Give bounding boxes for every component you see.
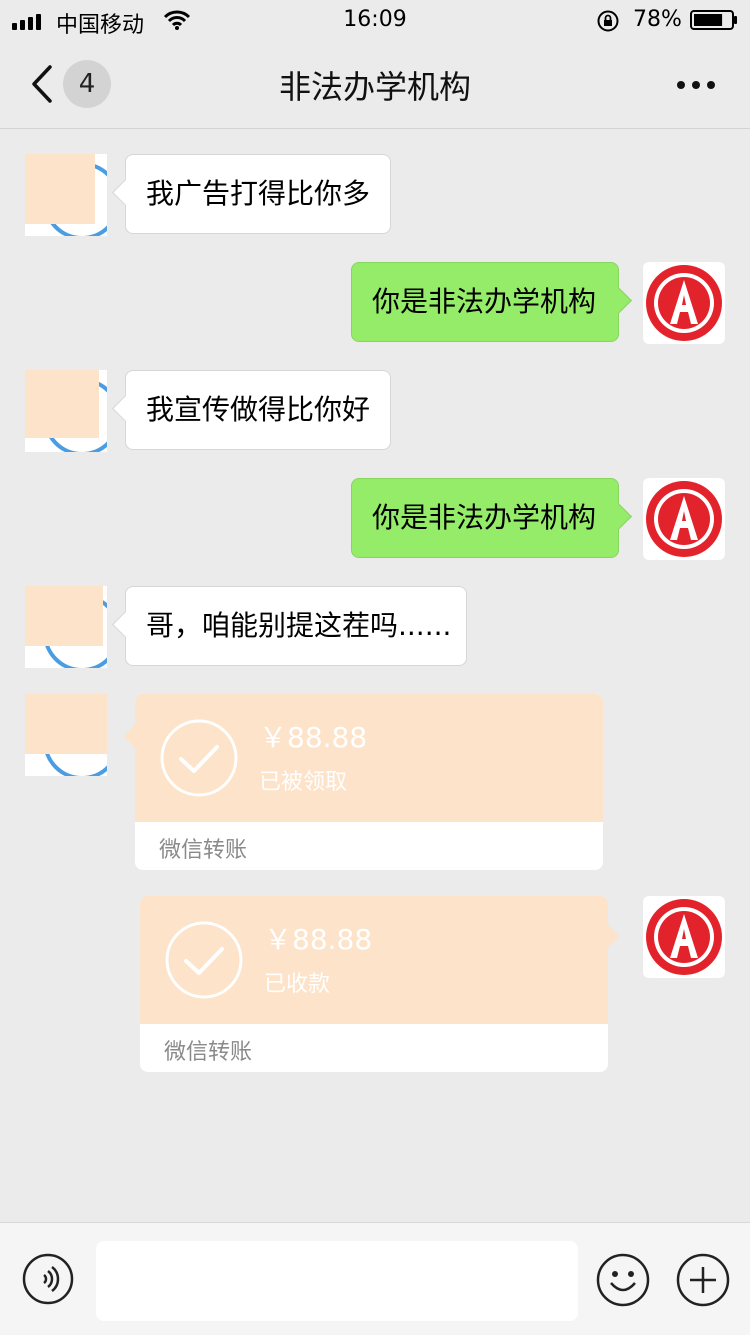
contact-avatar[interactable] (25, 694, 107, 776)
chat-title: 非法办学机构 (278, 68, 471, 106)
transfer-label: 微信转账 (159, 838, 248, 863)
plus-icon[interactable] (676, 1253, 730, 1307)
message-bubble-left[interactable]: 哥，咱能别提这茬吗...... (125, 586, 467, 666)
rotation-lock-icon (597, 10, 619, 32)
transfer-amount: ￥88.88 (259, 721, 368, 754)
transfer-status: 已收款 (264, 972, 331, 997)
my-avatar[interactable] (643, 478, 725, 560)
message-bubble-right[interactable]: 你是非法办学机构 (351, 478, 619, 558)
message-bubble-left[interactable]: 我宣传做得比你好 (125, 370, 391, 450)
nav-bar: 4 非法办学机构 (0, 40, 750, 129)
contact-avatar[interactable] (25, 370, 107, 452)
transfer-label: 微信转账 (164, 1040, 253, 1065)
transfer-card[interactable]: ￥88.88 已收款 微信转账 (140, 896, 608, 1072)
more-options-icon[interactable] (676, 80, 716, 90)
transfer-amount: ￥88.88 (264, 923, 373, 956)
red-logo-icon (646, 265, 722, 341)
transfer-card[interactable]: ￥88.88 已被领取 微信转账 (135, 694, 603, 870)
status-bar: 中国移动 16:09 78% (0, 0, 750, 40)
battery-icon (690, 10, 737, 30)
checkmark-circle-icon (165, 921, 243, 999)
contact-avatar[interactable] (25, 586, 107, 668)
message-bubble-right[interactable]: 你是非法办学机构 (351, 262, 619, 342)
battery-percent: 78% (633, 7, 682, 32)
input-bar (0, 1222, 750, 1335)
my-avatar[interactable] (643, 262, 725, 344)
my-avatar[interactable] (643, 896, 725, 978)
checkmark-circle-icon (160, 719, 238, 797)
transfer-status: 已被领取 (259, 770, 348, 795)
message-input[interactable] (96, 1241, 578, 1321)
emoji-icon[interactable] (596, 1253, 650, 1307)
red-logo-icon (646, 899, 722, 975)
message-bubble-left[interactable]: 我广告打得比你多 (125, 154, 391, 234)
red-logo-icon (646, 481, 722, 557)
contact-avatar[interactable] (25, 154, 107, 236)
voice-input-icon[interactable] (22, 1253, 74, 1305)
